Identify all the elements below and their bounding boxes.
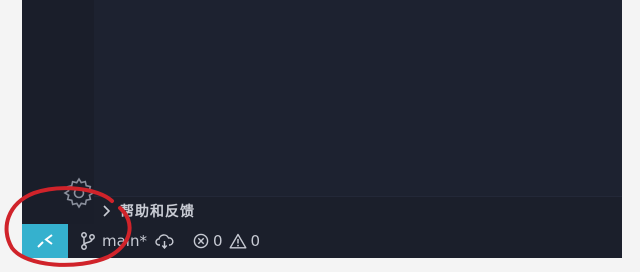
help-feedback-label: 帮助和反馈	[120, 204, 195, 220]
warning-icon	[229, 233, 247, 249]
editor-window: 帮助和反馈 main* 0 0	[22, 0, 622, 258]
remote-indicator-button[interactable]	[22, 224, 68, 258]
help-feedback-section[interactable]: 帮助和反馈	[94, 196, 622, 225]
gear-icon[interactable]	[62, 176, 96, 210]
error-count: 0	[212, 232, 223, 250]
git-branch-icon	[81, 232, 95, 250]
sync-button[interactable]	[155, 224, 175, 258]
warning-count: 0	[250, 232, 261, 250]
cloud-sync-icon	[155, 234, 174, 249]
remote-indicator-icon	[37, 234, 53, 248]
editor-area	[94, 0, 622, 196]
problems-indicator[interactable]: 0 0	[193, 224, 266, 258]
error-icon	[193, 233, 209, 249]
chevron-right-icon	[103, 205, 111, 217]
branch-name: main*	[102, 232, 147, 250]
status-bar: main* 0 0	[22, 224, 622, 258]
branch-indicator[interactable]: main*	[80, 224, 147, 258]
